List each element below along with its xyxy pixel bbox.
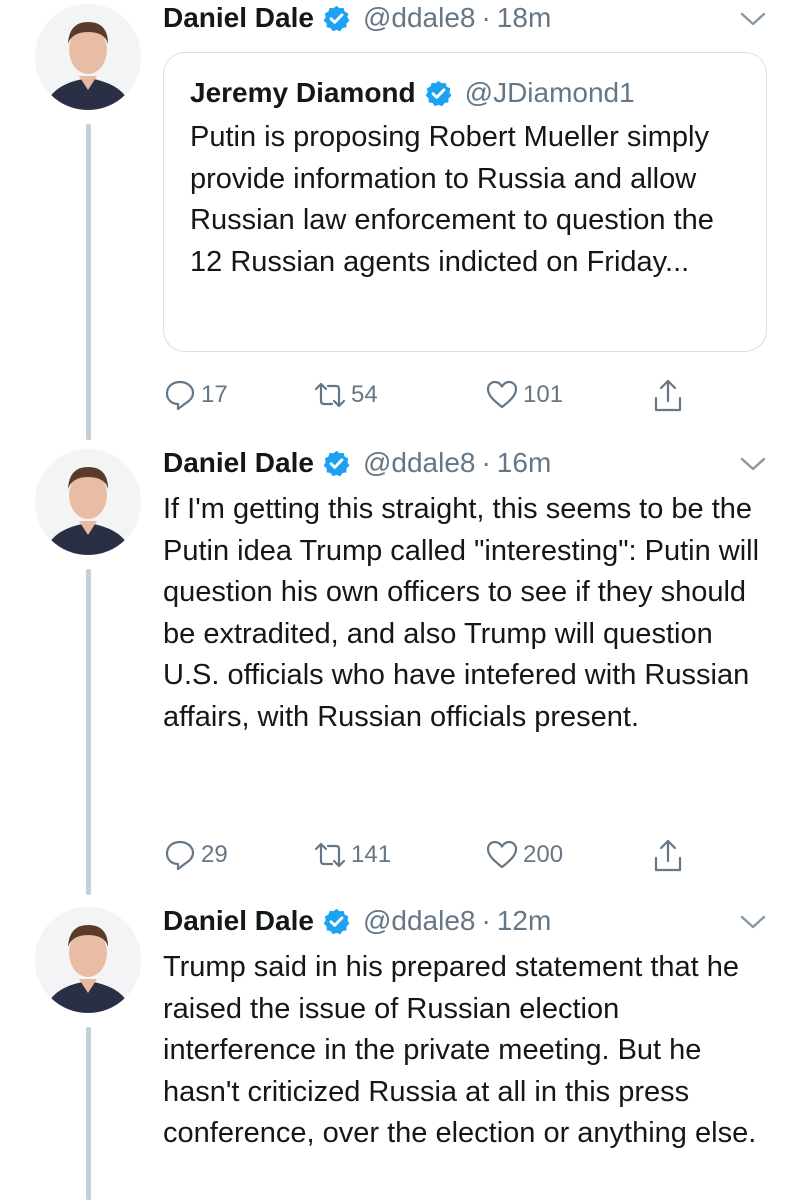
quoted-author-name: Jeremy Diamond xyxy=(190,77,416,108)
quoted-tweet-text: Putin is proposing Robert Mueller simply… xyxy=(190,121,714,278)
like-count: 101 xyxy=(523,381,564,408)
avatar[interactable] xyxy=(35,907,141,1013)
reply-button[interactable]: 17 xyxy=(163,378,228,412)
tweet-3[interactable]: Daniel Dale @ddale8 · 12m Trump said in … xyxy=(0,903,807,1200)
profile-photo xyxy=(35,4,141,110)
retweet-count: 54 xyxy=(351,381,378,408)
share-icon xyxy=(654,839,682,872)
chevron-down-icon[interactable] xyxy=(739,911,767,933)
quoted-author-handle: @JDiamond1 xyxy=(464,77,635,108)
timestamp[interactable]: 12m xyxy=(497,905,551,937)
avatar[interactable] xyxy=(35,449,141,555)
tweet-2[interactable]: Daniel Dale @ddale8 · 16m If I'm getting… xyxy=(0,445,807,895)
verified-badge-icon xyxy=(425,80,452,106)
verified-badge-icon xyxy=(323,450,350,476)
author-handle[interactable]: @ddale8 xyxy=(363,2,476,34)
heart-icon xyxy=(486,380,518,409)
like-button[interactable]: 101 xyxy=(485,378,563,412)
author-name[interactable]: Daniel Dale xyxy=(163,2,314,34)
tweet-header: Daniel Dale @ddale8 · 12m xyxy=(163,903,767,939)
reply-count: 29 xyxy=(201,841,228,868)
tweet-text: Trump said in his prepared statement tha… xyxy=(163,951,757,1149)
verified-badge-icon xyxy=(323,908,350,934)
retweet-icon xyxy=(314,382,346,408)
tweet-content: Daniel Dale @ddale8 · 16m If I'm getting… xyxy=(163,445,767,872)
tweet-actions: 29 141 200 xyxy=(163,838,723,878)
separator-dot: · xyxy=(481,2,491,33)
like-count: 200 xyxy=(523,841,564,868)
profile-photo xyxy=(35,907,141,1013)
avatar[interactable] xyxy=(35,4,141,110)
author-handle[interactable]: @ddale8 xyxy=(363,905,476,937)
separator-dot: · xyxy=(481,905,491,936)
tweet-actions: 17 54 101 xyxy=(163,378,723,418)
profile-photo xyxy=(35,449,141,555)
author-name[interactable]: Daniel Dale xyxy=(163,447,314,479)
tweet-content: Daniel Dale @ddale8 · 18m Jeremy Diamond… xyxy=(163,0,767,412)
reply-count: 17 xyxy=(201,381,228,408)
share-icon xyxy=(654,379,682,412)
retweet-button[interactable]: 141 xyxy=(313,838,391,872)
tweet-text: If I'm getting this straight, this seems… xyxy=(163,493,760,733)
retweet-button[interactable]: 54 xyxy=(313,378,378,412)
tweet-1[interactable]: Daniel Dale @ddale8 · 18m Jeremy Diamond… xyxy=(0,0,807,440)
tweet-content: Daniel Dale @ddale8 · 12m Trump said in … xyxy=(163,903,767,1155)
reply-icon xyxy=(165,380,195,411)
quoted-tweet-header: Jeremy Diamond @JDiamond1 xyxy=(190,75,740,111)
reply-icon xyxy=(165,840,195,871)
thread-line xyxy=(86,569,91,895)
chevron-down-icon[interactable] xyxy=(739,453,767,475)
timestamp[interactable]: 18m xyxy=(497,2,551,34)
separator-dot: · xyxy=(481,447,491,478)
chevron-down-icon[interactable] xyxy=(739,8,767,30)
share-button[interactable] xyxy=(651,378,689,414)
tweet-header: Daniel Dale @ddale8 · 18m xyxy=(163,0,767,36)
tweet-header: Daniel Dale @ddale8 · 16m xyxy=(163,445,767,481)
author-handle[interactable]: @ddale8 xyxy=(363,447,476,479)
thread-line xyxy=(86,124,91,440)
verified-badge-icon xyxy=(323,5,350,31)
like-button[interactable]: 200 xyxy=(485,838,563,872)
retweet-count: 141 xyxy=(351,841,392,868)
share-button[interactable] xyxy=(651,838,689,874)
heart-icon xyxy=(486,840,518,869)
thread-line xyxy=(86,1027,91,1200)
timestamp[interactable]: 16m xyxy=(497,447,551,479)
reply-button[interactable]: 29 xyxy=(163,838,228,872)
retweet-icon xyxy=(314,842,346,868)
quoted-tweet[interactable]: Jeremy Diamond @JDiamond1 Putin is propo… xyxy=(163,52,767,352)
author-name[interactable]: Daniel Dale xyxy=(163,905,314,937)
